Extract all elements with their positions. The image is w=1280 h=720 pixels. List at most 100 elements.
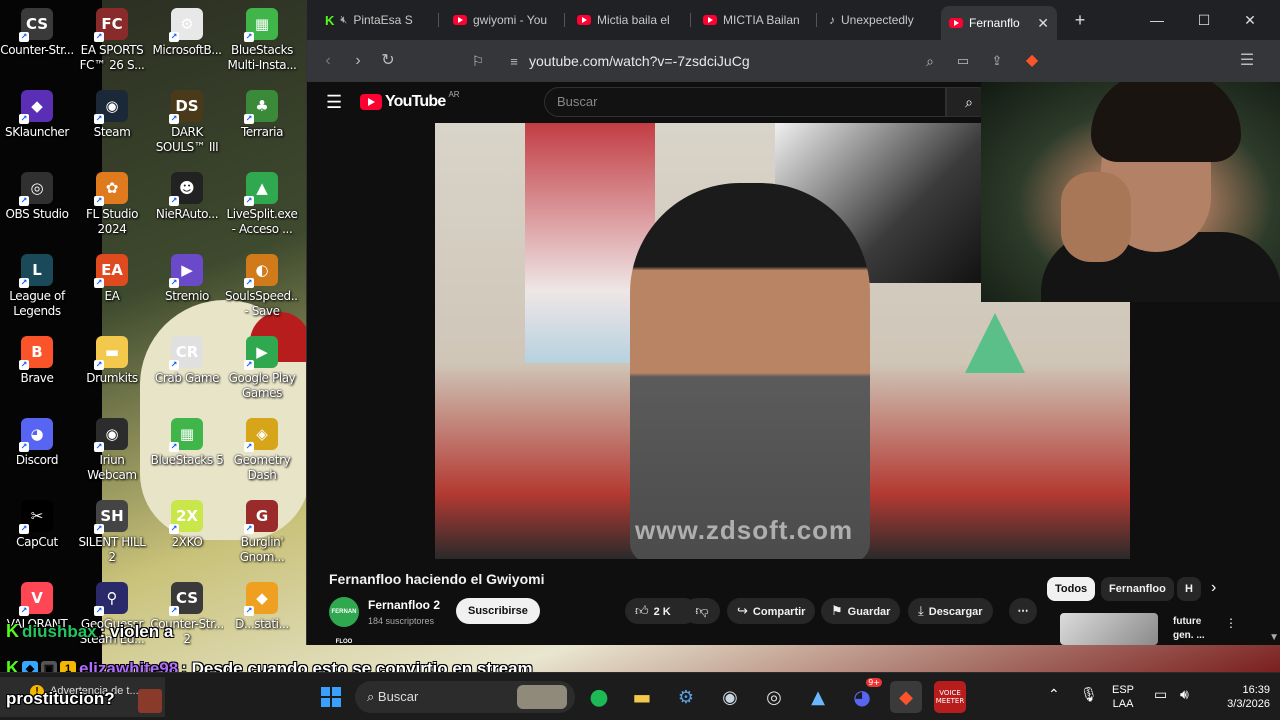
youtube-logo[interactable]: YouTube AR bbox=[360, 90, 460, 111]
recommendation-thumbnail[interactable] bbox=[1060, 613, 1158, 645]
notification-thumbnail bbox=[138, 689, 162, 713]
shortcut-arrow-icon: ↗ bbox=[244, 442, 254, 452]
brave-icon[interactable]: ◆ bbox=[890, 681, 922, 713]
clock[interactable]: 16:39 3/3/2026 bbox=[1210, 683, 1270, 711]
desktop-icon[interactable]: FC ↗ EA SPORTS FC™ 26 S... bbox=[75, 8, 149, 73]
photos-icon[interactable]: ▲ bbox=[802, 681, 834, 713]
taskbar-search[interactable]: ⌕ Buscar bbox=[355, 681, 575, 713]
browser-tab-active[interactable]: Fernanflo ✕ bbox=[941, 6, 1057, 40]
settings-icon[interactable]: ⚙ bbox=[670, 681, 702, 713]
subscribe-button[interactable]: Suscribirse bbox=[456, 598, 540, 624]
desktop-icon[interactable]: ◉ ↗ Iriun Webcam bbox=[75, 418, 149, 483]
tab-title: Unexpectedly bbox=[841, 13, 914, 27]
close-window-button[interactable]: ✕ bbox=[1235, 8, 1265, 32]
volume-icon[interactable]: 🔊︎ bbox=[1180, 687, 1189, 701]
desktop-icon[interactable]: ▬ ↗ Drumkits bbox=[75, 336, 149, 386]
scroll-down-arrow[interactable]: ▼ bbox=[1269, 632, 1279, 643]
desktop-icon[interactable]: CS ↗ Counter-Str... 2 bbox=[150, 582, 224, 647]
search-input[interactable]: Buscar bbox=[544, 87, 946, 117]
save-button[interactable]: ⚑ Guardar bbox=[821, 598, 901, 624]
browser-tab[interactable]: ♪ Unexpectedly bbox=[821, 7, 943, 33]
forward-icon[interactable]: › bbox=[345, 48, 371, 74]
back-icon[interactable]: ‹ bbox=[315, 48, 341, 74]
browser-tab[interactable]: K 🔇︎ PintaEsa S bbox=[317, 7, 439, 33]
download-button[interactable]: ⤓ Descargar bbox=[908, 598, 993, 624]
channel-avatar[interactable]: FERNAN FLOO bbox=[329, 597, 359, 645]
steam-icon[interactable]: ◉ bbox=[714, 681, 746, 713]
desktop-icon[interactable]: ◆ ↗ SKlauncher bbox=[0, 90, 74, 140]
obs-icon[interactable]: ◎ bbox=[758, 681, 790, 713]
desktop-icon[interactable]: ⚙ ↗ MicrosoftB... bbox=[150, 8, 224, 58]
desktop-icon[interactable]: ✿ ↗ FL Studio 2024 bbox=[75, 172, 149, 237]
discord-icon[interactable]: ◕ 9+ bbox=[846, 678, 882, 713]
browser-tab[interactable]: Mictia baila el bbox=[569, 7, 691, 33]
reload-icon[interactable]: ↻ bbox=[375, 48, 401, 74]
kebab-menu-icon[interactable]: ⋮ bbox=[1225, 616, 1237, 630]
desktop-icon[interactable]: B ↗ Brave bbox=[0, 336, 74, 386]
desktop-icon[interactable]: ▲ ↗ LiveSplit.exe - Acceso ... bbox=[225, 172, 299, 237]
new-tab-button[interactable]: + bbox=[1065, 8, 1095, 32]
tray-chevron-icon[interactable]: ⌃ bbox=[1048, 687, 1060, 701]
brave-shield-icon[interactable]: ◆ bbox=[1019, 48, 1045, 74]
language-indicator[interactable]: ESP LAA bbox=[1112, 683, 1134, 711]
desktop-icon[interactable]: ◈ ↗ Geometry Dash bbox=[225, 418, 299, 483]
desktop-icon[interactable]: ▦ ↗ BlueStacks Multi-Insta... bbox=[225, 8, 299, 73]
browser-tab[interactable]: MICTIA Bailan bbox=[695, 7, 817, 33]
channel-name[interactable]: Fernanfloo 2 bbox=[368, 598, 440, 612]
more-actions-button[interactable]: ⋯ bbox=[1009, 598, 1037, 624]
dislike-button[interactable]: 👎︎ bbox=[684, 598, 720, 624]
desktop-icon[interactable]: ◆ ↗ D...stati... bbox=[225, 582, 299, 632]
browser-menu-icon[interactable]: ☰ bbox=[1234, 48, 1260, 74]
desktop-icon[interactable]: ◐↗SoulsSpeed... - Save Orga... bbox=[225, 254, 299, 319]
desktop-icon[interactable]: ▶ ↗ Google Play Games bbox=[225, 336, 299, 401]
chip-fernanfloo[interactable]: Fernanfloo bbox=[1101, 577, 1174, 601]
desktop-icon[interactable]: ◕ ↗ Discord bbox=[0, 418, 74, 468]
desktop-icon[interactable]: G ↗ Burglin' Gnom... bbox=[225, 500, 299, 565]
share-button[interactable]: ↪ Compartir bbox=[727, 598, 816, 624]
desktop-icon[interactable]: ♣ ↗ Terraria bbox=[225, 90, 299, 140]
chat-message-continued: prostitucion? bbox=[6, 689, 115, 709]
desktop-icon[interactable]: CR ↗ Crab Game bbox=[150, 336, 224, 386]
desktop-icon[interactable]: ☻ ↗ NieRAuto... bbox=[150, 172, 224, 222]
hamburger-menu-icon[interactable]: ☰ bbox=[326, 92, 342, 113]
windows-start-icon[interactable] bbox=[315, 681, 347, 713]
zoom-icon[interactable]: ⌕ bbox=[917, 48, 943, 74]
desktop-icon[interactable]: ▦ ↗ BlueStacks 5 bbox=[150, 418, 224, 468]
chevron-right-icon[interactable]: › bbox=[1211, 579, 1216, 597]
shortcut-arrow-icon: ↗ bbox=[94, 360, 104, 370]
desktop-icon[interactable]: 2X ↗ 2XKO bbox=[150, 500, 224, 550]
shortcut-arrow-icon: ↗ bbox=[244, 278, 254, 288]
desktop-icon[interactable]: ▶ ↗ Stremio bbox=[150, 254, 224, 304]
download-icon: ⤓ bbox=[918, 603, 924, 618]
minimize-button[interactable]: — bbox=[1142, 8, 1172, 32]
desktop-icon[interactable]: CS ↗ Counter-Str... bbox=[0, 8, 74, 58]
desktop-icon-label: CapCut bbox=[16, 535, 58, 549]
desktop-icon[interactable]: ✂ ↗ CapCut bbox=[0, 500, 74, 550]
bookmark-icon[interactable]: ⚐ bbox=[465, 48, 491, 74]
app-icon: FC ↗ bbox=[94, 8, 128, 42]
desktop-icon[interactable]: EA ↗ EA bbox=[75, 254, 149, 304]
share-icon[interactable]: ⇪ bbox=[984, 48, 1010, 74]
desktop-icon[interactable]: ◎ ↗ OBS Studio bbox=[0, 172, 74, 222]
maximize-button[interactable]: ☐ bbox=[1189, 8, 1219, 32]
shortcut-arrow-icon: ↗ bbox=[169, 442, 179, 452]
cast-icon[interactable]: ▭ bbox=[950, 48, 976, 74]
desktop-icon[interactable]: V ↗ VALORANT bbox=[0, 582, 74, 632]
network-icon[interactable]: ▭ bbox=[1154, 687, 1167, 701]
close-tab-icon[interactable]: ✕ bbox=[1037, 15, 1049, 32]
recommendation-title[interactable]: future gen. ... bbox=[1173, 615, 1223, 643]
chip-more[interactable]: H bbox=[1177, 577, 1201, 601]
desktop-icon[interactable]: ◉ ↗ Steam bbox=[75, 90, 149, 140]
site-info-icon[interactable]: ≡ bbox=[499, 54, 529, 69]
desktop-icon[interactable]: SH ↗ SILENT HILL 2 bbox=[75, 500, 149, 565]
spotify-icon[interactable]: ● bbox=[583, 681, 615, 713]
microphone-tray-icon[interactable]: 🎙︎ bbox=[1080, 687, 1098, 701]
chip-todos[interactable]: Todos bbox=[1047, 577, 1096, 601]
desktop-icon[interactable]: ⚲ ↗ GeoGuessr Steam Ed... bbox=[75, 582, 149, 647]
desktop-icon[interactable]: L ↗ League of Legends bbox=[0, 254, 74, 319]
browser-tab[interactable]: gwiyomi - You bbox=[445, 7, 565, 33]
chat-text: prostitucion? bbox=[6, 689, 115, 708]
desktop-icon[interactable]: DS ↗ DARK SOULS™ III bbox=[150, 90, 224, 155]
voicemeeter-icon[interactable]: VOICE MEETER bbox=[934, 681, 966, 713]
file-explorer-icon[interactable]: ▬ bbox=[626, 681, 658, 713]
